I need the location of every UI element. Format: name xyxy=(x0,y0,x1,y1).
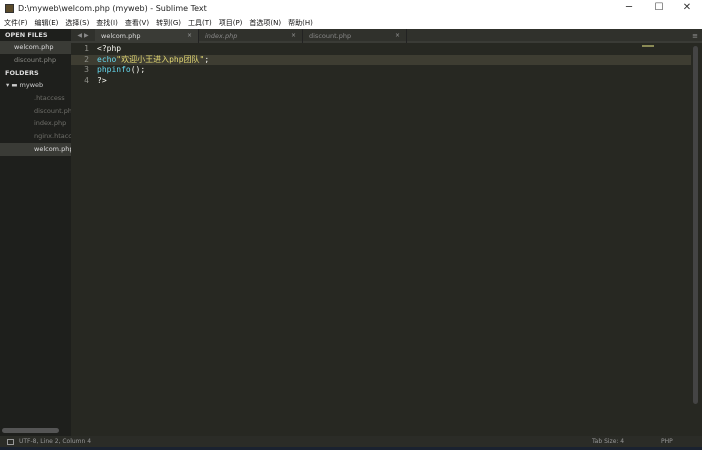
file-index[interactable]: index.php xyxy=(0,117,71,130)
tab-index[interactable]: index.php × xyxy=(199,29,303,43)
code-line: 4 ?> xyxy=(71,76,691,87)
status-position: UTF-8, Line 2, Column 4 xyxy=(19,438,92,445)
code-text: <?php xyxy=(97,44,122,53)
tab-label: index.php xyxy=(205,32,238,40)
folders-heading: FOLDERS xyxy=(5,69,39,78)
line-number: 2 xyxy=(84,54,89,64)
vertical-scrollbar[interactable] xyxy=(693,46,698,404)
code-text: ; xyxy=(204,54,210,64)
line-number: 4 xyxy=(84,75,89,85)
tab-menu-icon[interactable]: ≡ xyxy=(692,29,698,43)
file-nginx-htaccess[interactable]: nginx.htaccess xyxy=(0,130,71,143)
code-line: 2 echo"欢迎小王进入php团队"; xyxy=(71,54,691,65)
menu-tools[interactable]: 工具(T) xyxy=(188,18,212,28)
minimize-button[interactable]: ─ xyxy=(614,0,644,16)
app-icon xyxy=(5,3,14,13)
status-bar: UTF-8, Line 2, Column 4 Tab Size: 4 PHP xyxy=(0,436,702,447)
code-line: 1 <?php xyxy=(71,44,691,55)
open-file-discount[interactable]: discount.php xyxy=(0,54,71,67)
folder-expand-icon: ▾ ▬ xyxy=(6,81,20,90)
code-text: ?> xyxy=(97,75,107,85)
tab-close-icon[interactable]: × xyxy=(291,29,296,43)
open-files-heading: OPEN FILES xyxy=(5,31,48,39)
open-file-welcom[interactable]: welcom.php xyxy=(0,41,71,54)
menu-view[interactable]: 查看(V) xyxy=(125,18,149,28)
menu-preferences[interactable]: 首选项(N) xyxy=(249,18,281,28)
code-text: (); xyxy=(130,65,146,74)
tab-nav-arrows[interactable]: ◀ ▶ xyxy=(71,29,95,41)
tab-label: discount.php xyxy=(309,32,352,40)
menu-file[interactable]: 文件(F) xyxy=(4,18,28,28)
minimap[interactable] xyxy=(642,45,654,47)
line-number: 3 xyxy=(84,65,89,74)
tab-label: welcom.php xyxy=(101,32,141,40)
tab-close-icon[interactable]: × xyxy=(187,29,192,43)
tab-close-icon[interactable]: × xyxy=(395,29,400,43)
menu-edit[interactable]: 编辑(E) xyxy=(35,18,59,28)
sidebar: OPEN FILES welcom.php discount.php FOLDE… xyxy=(0,29,71,436)
menu-selection[interactable]: 选择(S) xyxy=(65,18,89,28)
tab-bar: ◀ ▶ welcom.php × index.php × discount.php ×… xyxy=(71,29,702,43)
code-editor[interactable]: 1 <?php 2 echo"欢迎小王进入php团队"; 3 phpinfo(); 4… xyxy=(71,44,691,436)
folder-label: myweb xyxy=(19,81,44,90)
function-name: phpinfo xyxy=(97,65,131,74)
title-bar: D:\myweb\welcom.php (myweb) - Sublime Te… xyxy=(0,0,702,16)
tab-discount[interactable]: discount.php × xyxy=(303,29,407,43)
menu-help[interactable]: 帮助(H) xyxy=(288,18,313,28)
window-title: D:\myweb\welcom.php (myweb) - Sublime Te… xyxy=(18,3,207,13)
line-number: 1 xyxy=(84,44,89,53)
menu-goto[interactable]: 转到(G) xyxy=(156,18,181,28)
maximize-button[interactable]: ☐ xyxy=(644,0,674,16)
code-line: 3 phpinfo(); xyxy=(71,65,691,76)
file-discount[interactable]: discount.php xyxy=(0,105,71,118)
file-htaccess[interactable]: .htaccess xyxy=(0,92,71,105)
menu-project[interactable]: 项目(P) xyxy=(219,18,243,28)
sidebar-scrollbar[interactable] xyxy=(2,428,59,433)
folder-myweb[interactable]: ▾ ▬ myweb xyxy=(0,79,71,92)
tab-size[interactable]: Tab Size: 4 xyxy=(592,436,624,447)
tab-welcom[interactable]: welcom.php × xyxy=(95,29,199,43)
close-button[interactable]: ✕ xyxy=(672,0,702,16)
string: "欢迎小王进入php团队" xyxy=(116,54,205,64)
panel-toggle-icon[interactable] xyxy=(7,438,14,445)
menu-bar: 文件(F) 编辑(E) 选择(S) 查找(I) 查看(V) 转到(G) 工具(T… xyxy=(0,16,702,29)
keyword: echo xyxy=(97,54,117,64)
file-welcom[interactable]: welcom.php xyxy=(0,142,71,156)
menu-find[interactable]: 查找(I) xyxy=(96,18,118,28)
syntax-mode[interactable]: PHP xyxy=(661,436,673,447)
